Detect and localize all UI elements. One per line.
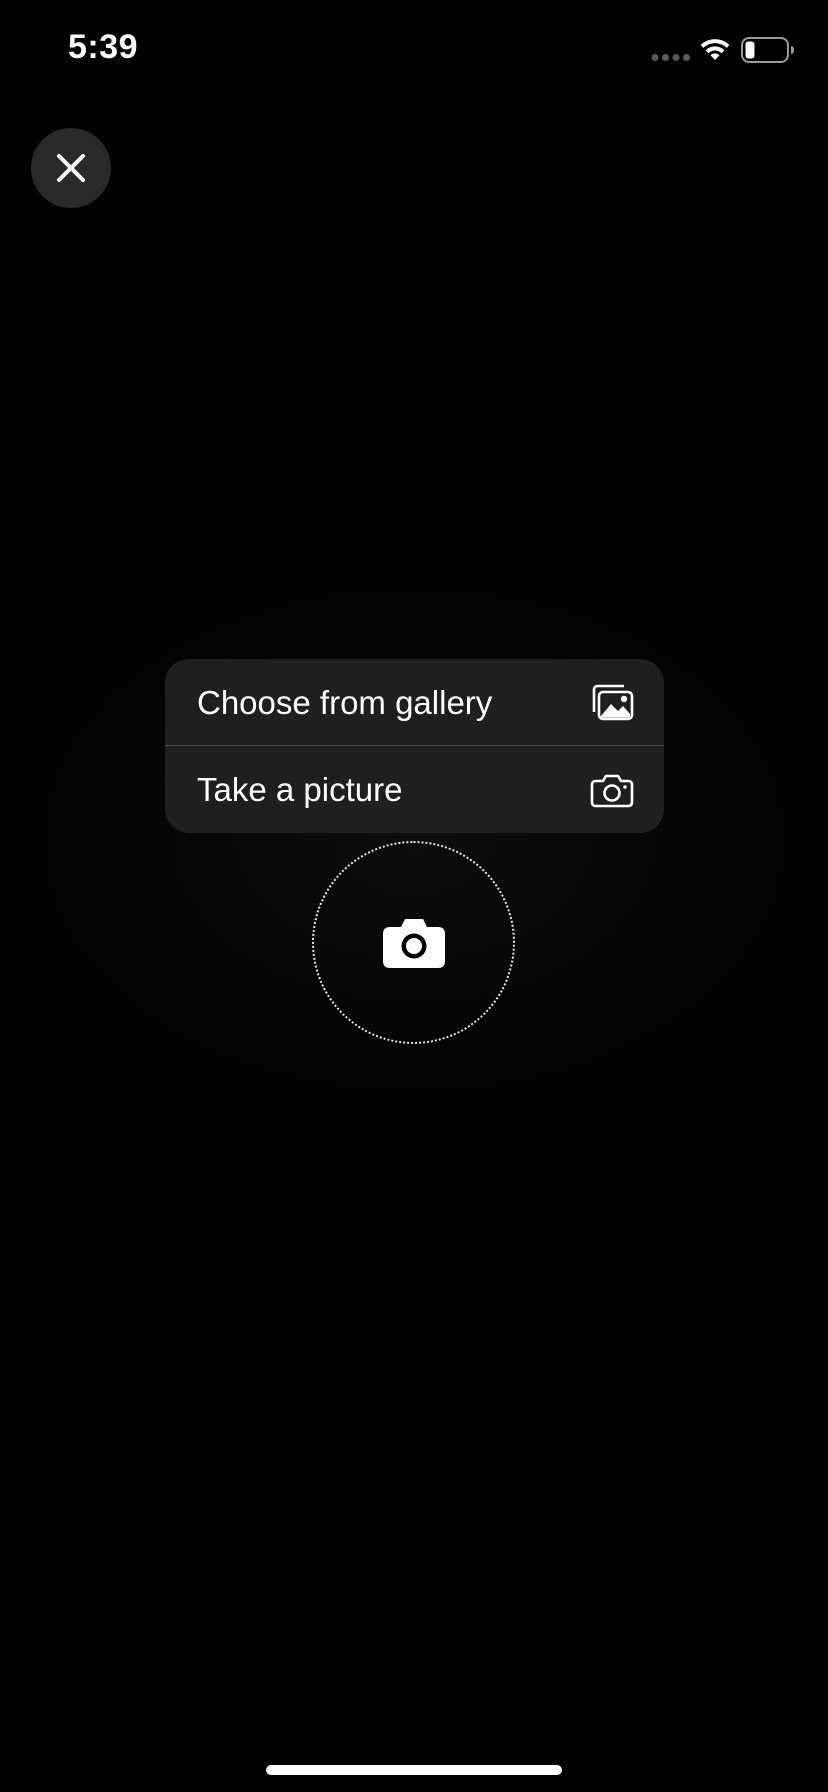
- camera-icon: [382, 918, 445, 968]
- menu-item-label: Take a picture: [197, 770, 403, 808]
- menu-item-take-a-picture[interactable]: Take a picture: [165, 746, 664, 833]
- home-indicator[interactable]: [266, 1765, 562, 1775]
- gallery-icon: [590, 683, 634, 723]
- status-time: 5:39: [68, 28, 139, 66]
- menu-item-label: Choose from gallery: [197, 683, 493, 721]
- camera-outline-icon: [590, 770, 634, 810]
- close-button[interactable]: [31, 128, 111, 208]
- battery-icon: [741, 37, 794, 63]
- close-icon: [57, 154, 85, 182]
- status-bar: 5:39: [0, 0, 828, 100]
- wifi-icon: [700, 39, 730, 60]
- cellular-signal-icon: [651, 54, 690, 61]
- camera-button[interactable]: [312, 841, 515, 1044]
- menu-item-choose-from-gallery[interactable]: Choose from gallery: [165, 659, 664, 746]
- photo-source-menu: Choose from gallery Take a picture: [165, 659, 664, 833]
